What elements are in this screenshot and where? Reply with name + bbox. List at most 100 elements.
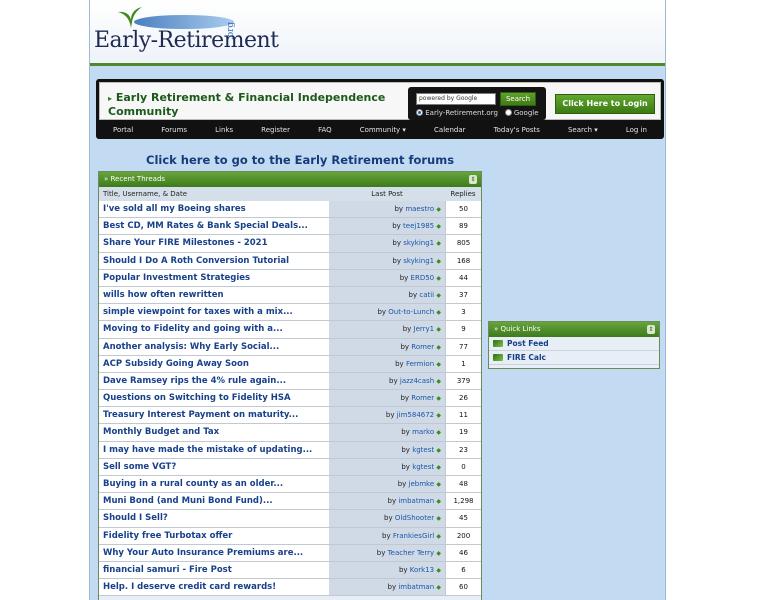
- site-title[interactable]: ▸ Early Retirement & Financial Independe…: [108, 91, 400, 118]
- username-link[interactable]: catii: [419, 291, 434, 299]
- nav-forums[interactable]: Forums: [161, 126, 187, 134]
- go-to-last-post-icon[interactable]: ◆: [436, 533, 441, 540]
- thread-title-link[interactable]: simple viewpoint for taxes with a mix...: [99, 304, 329, 321]
- thread-title-link[interactable]: Monthly Budget and Tax: [99, 424, 329, 441]
- thread-title-link[interactable]: wills how often rewritten: [99, 286, 329, 304]
- last-post-cell: by Romer ◆: [329, 338, 445, 355]
- thread-title-link[interactable]: Best CD, MM Rates & Bank Special Deals..…: [99, 218, 329, 235]
- go-to-last-post-icon[interactable]: ◆: [436, 206, 441, 213]
- username-link[interactable]: maestro: [405, 205, 434, 213]
- nav-login[interactable]: Log in: [626, 126, 647, 134]
- nav-portal[interactable]: Portal: [113, 126, 133, 134]
- nav-search[interactable]: Search ▾: [568, 126, 598, 134]
- username-link[interactable]: skyking1: [403, 257, 434, 265]
- username-link[interactable]: Romer: [411, 394, 434, 402]
- username-link[interactable]: kgtest: [412, 463, 434, 471]
- username-link[interactable]: jazz4cash: [400, 377, 434, 385]
- go-to-last-post-icon[interactable]: ◆: [436, 326, 441, 333]
- nav-calendar[interactable]: Calendar: [434, 126, 465, 134]
- login-button[interactable]: Click Here to Login: [555, 94, 655, 114]
- go-to-last-post-icon[interactable]: ◆: [436, 240, 441, 247]
- thread-title-link[interactable]: Questions on Switching to Fidelity HSA: [99, 390, 329, 407]
- thread-title-link[interactable]: Should I Do A Roth Conversion Tutorial: [99, 252, 329, 269]
- quick-link-post-feed[interactable]: Post Feed: [489, 337, 659, 351]
- thread-title-link[interactable]: Muni Bond (and Muni Bond Fund)...: [99, 493, 329, 510]
- quick-link-fire-calc[interactable]: FIRE Calc: [489, 351, 659, 365]
- username-link[interactable]: Jerry1: [414, 325, 435, 333]
- thread-title-link[interactable]: financial samuri - Fire Post: [99, 561, 329, 579]
- thread-title-link[interactable]: Treasury Interest Payment on maturity...: [99, 407, 329, 424]
- go-to-last-post-icon[interactable]: ◆: [436, 412, 441, 419]
- go-to-last-post-icon[interactable]: ◆: [436, 361, 441, 368]
- nav-register[interactable]: Register: [261, 126, 290, 134]
- go-to-last-post-icon[interactable]: ◆: [436, 395, 441, 402]
- search-input[interactable]: powered by Google: [416, 93, 496, 105]
- search-button[interactable]: Search: [500, 92, 536, 106]
- by-label: by: [387, 583, 397, 592]
- forums-link[interactable]: Click here to go to the Early Retirement…: [146, 153, 454, 167]
- go-to-last-post-icon[interactable]: ◆: [436, 292, 441, 299]
- username-link[interactable]: imbatman: [398, 583, 434, 591]
- username-link[interactable]: marko: [412, 428, 434, 436]
- radio-google[interactable]: [504, 109, 512, 116]
- collapse-icon[interactable]: ⇕: [469, 175, 477, 184]
- last-post-cell: by skyking1 ◆: [329, 252, 445, 269]
- thread-title-link[interactable]: Share Your FIRE Milestones - 2021: [99, 235, 329, 252]
- thread-title-link[interactable]: Why Your Auto Insurance Premiums are...: [99, 544, 329, 561]
- go-to-last-post-icon[interactable]: ◆: [436, 464, 441, 471]
- thread-title-link[interactable]: Buying in a rural county as an older...: [99, 476, 329, 493]
- quick-links-heading: » Quick Links ⇕: [489, 322, 659, 337]
- site-title-text: Early Retirement & Financial Independenc…: [108, 91, 386, 118]
- username-link[interactable]: OldShooter: [395, 514, 434, 522]
- go-to-last-post-icon[interactable]: ◆: [436, 344, 441, 351]
- username-link[interactable]: kgtest: [412, 446, 434, 454]
- go-to-last-post-icon[interactable]: ◆: [436, 429, 441, 436]
- go-to-last-post-icon[interactable]: ◆: [436, 584, 441, 591]
- go-to-last-post-icon[interactable]: ◆: [436, 550, 441, 557]
- thread-title-link[interactable]: Fidelity free Turbotax offer: [99, 527, 329, 544]
- username-link[interactable]: Teacher Terry: [388, 549, 435, 557]
- go-to-last-post-icon[interactable]: ◆: [436, 309, 441, 316]
- thread-title-link[interactable]: I've sold all my Boeing shares: [99, 201, 329, 218]
- username-link[interactable]: imbatman: [398, 497, 434, 505]
- table-row: wills how often rewritten by catii ◆ 37: [99, 286, 481, 305]
- go-to-last-post-icon[interactable]: ◆: [436, 258, 441, 265]
- username-link[interactable]: skyking1: [403, 239, 434, 247]
- username-link[interactable]: ERD50: [411, 274, 435, 282]
- go-to-last-post-icon[interactable]: ◆: [436, 498, 441, 505]
- thread-title-link[interactable]: Another analysis: Why Early Social...: [99, 338, 329, 355]
- thread-title-link[interactable]: Moving to Fidelity and going with a...: [99, 321, 329, 338]
- collapse-icon[interactable]: ⇕: [647, 325, 655, 334]
- thread-title-link[interactable]: Popular Investment Strategies: [99, 269, 329, 286]
- go-to-last-post-icon[interactable]: ◆: [436, 378, 441, 385]
- go-to-last-post-icon[interactable]: ◆: [436, 481, 441, 488]
- username-link[interactable]: Kork13: [410, 566, 434, 574]
- go-to-last-post-icon[interactable]: ◆: [436, 567, 441, 574]
- go-to-last-post-icon[interactable]: ◆: [436, 275, 441, 282]
- username-link[interactable]: Out-to-Lunch: [388, 308, 434, 316]
- nav-community[interactable]: Community ▾: [360, 126, 406, 134]
- go-to-last-post-icon[interactable]: ◆: [436, 447, 441, 454]
- by-label: by: [392, 256, 401, 265]
- thread-title-link[interactable]: Should I Sell?: [99, 510, 329, 527]
- thread-title-link[interactable]: Help. I deserve credit card rewards!: [99, 579, 329, 596]
- thread-title-link[interactable]: Dave Ramsey rips the 4% rule again...: [99, 372, 329, 390]
- username-link[interactable]: FrankiesGirl: [393, 532, 434, 540]
- by-label: by: [401, 428, 410, 437]
- username-link[interactable]: Fermion: [406, 360, 434, 368]
- username-link[interactable]: teej1985: [403, 222, 434, 230]
- username-link[interactable]: jebmke: [409, 480, 435, 488]
- go-to-last-post-icon[interactable]: ◆: [436, 515, 441, 522]
- nav-todays-posts[interactable]: Today's Posts: [494, 126, 540, 134]
- go-to-last-post-icon[interactable]: ◆: [436, 223, 441, 230]
- thread-title-link[interactable]: I may have made the mistake of updating.…: [99, 441, 329, 458]
- thread-title-link[interactable]: ACP Subsidy Going Away Soon: [99, 355, 329, 372]
- by-label: by: [399, 273, 409, 282]
- nav-faq[interactable]: FAQ: [318, 126, 332, 134]
- radio-site[interactable]: [416, 109, 423, 116]
- username-link[interactable]: Romer: [411, 343, 434, 351]
- username-link[interactable]: jim584672: [397, 411, 434, 419]
- nav-links[interactable]: Links: [215, 126, 233, 134]
- thread-title-link[interactable]: Sell some VGT?: [99, 458, 329, 475]
- last-post-cell: by Fermion ◆: [329, 355, 445, 372]
